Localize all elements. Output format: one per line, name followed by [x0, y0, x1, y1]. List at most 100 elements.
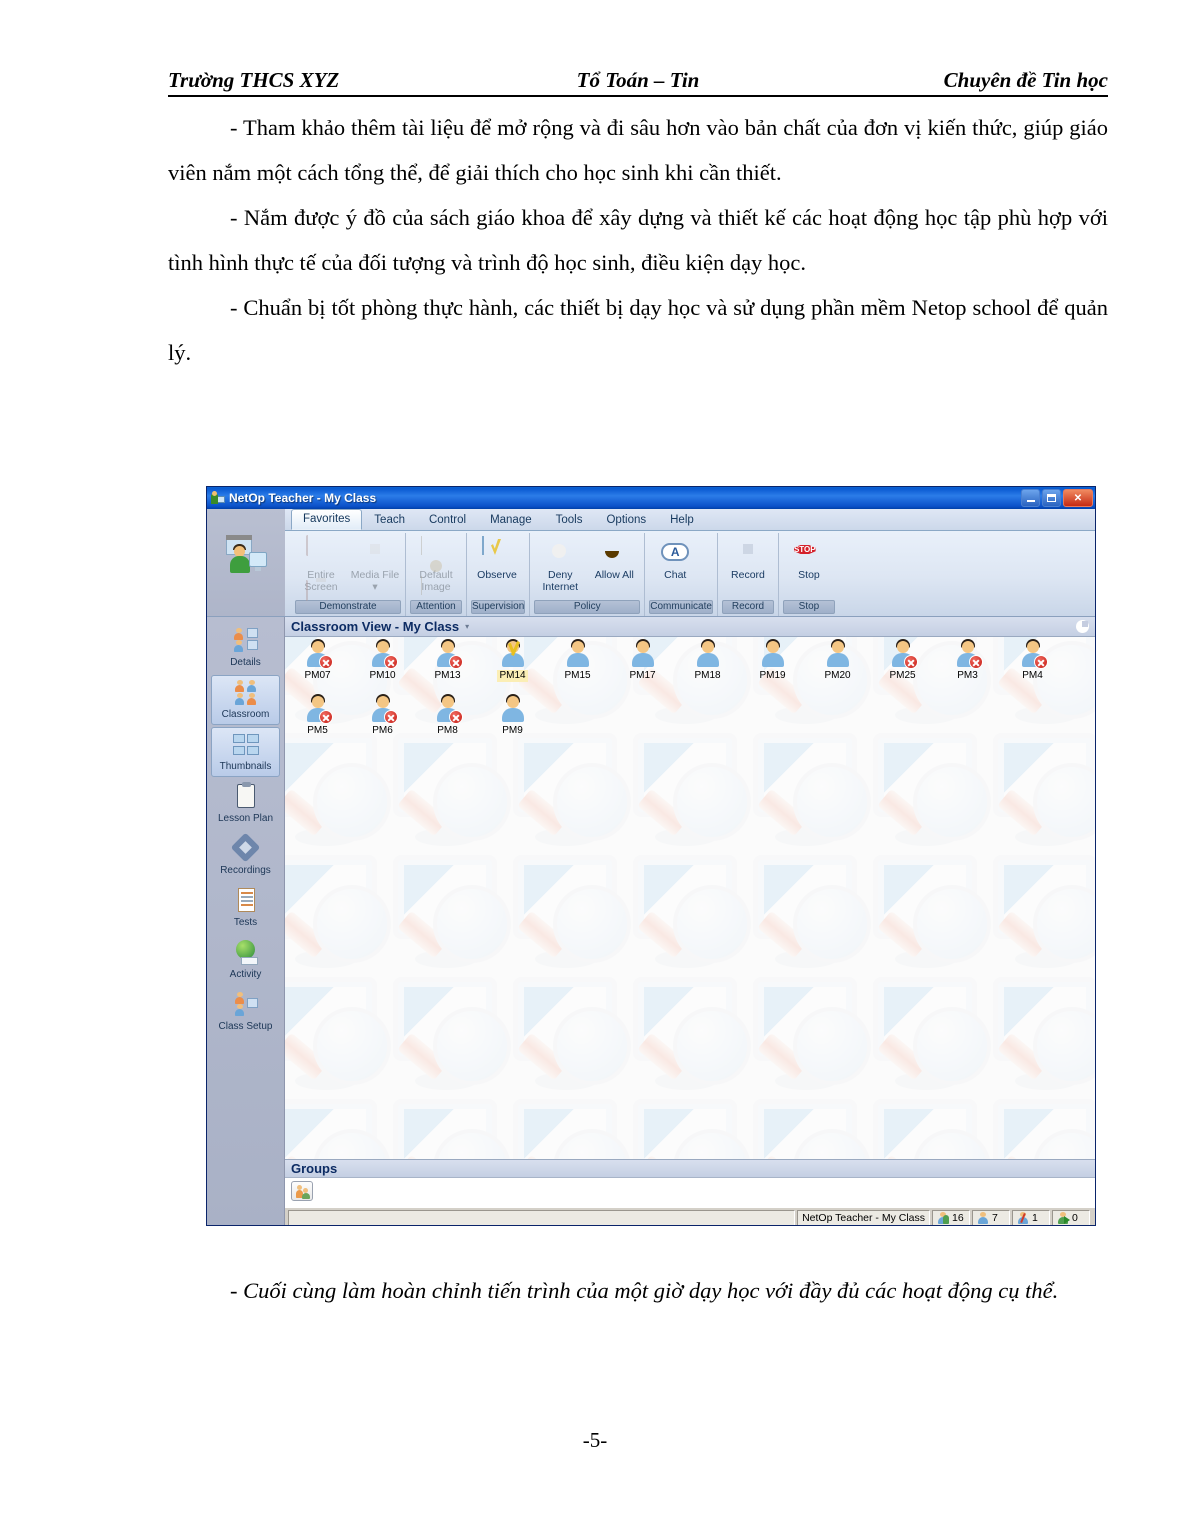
ribbon-button-entire-screen[interactable]: Entire Screen	[294, 535, 348, 601]
ribbon-button-label: Deny Internet	[542, 569, 579, 593]
student-grid: PM07 PM10 PM13 PM14 PM15 PM17 PM18 PM19 PM20 PM25…	[285, 637, 1095, 747]
restore-button[interactable]	[1042, 489, 1061, 507]
ribbon-button-deny-internet[interactable]: Deny Internet	[533, 535, 587, 593]
offline-badge-icon	[968, 655, 983, 669]
sidebar-item-activity[interactable]: Activity	[211, 935, 280, 985]
student-item[interactable]: PM6	[350, 692, 415, 747]
left-sidebar: Details Classroom Thumbnails Lesson Plan…	[207, 617, 285, 1225]
statusbar-count-value: 7	[992, 1211, 998, 1224]
ribbon-button-label: Default Image	[419, 569, 453, 593]
globe-sad-icon	[545, 537, 575, 567]
student-avatar-icon	[432, 694, 464, 724]
sidebar-item-classroom[interactable]: Classroom	[211, 675, 280, 725]
chevron-down-icon[interactable]: ▾	[465, 622, 469, 631]
ribbon-group-label: Stop	[782, 600, 835, 614]
student-item[interactable]: PM17	[610, 637, 675, 692]
student-item[interactable]: PM07	[285, 637, 350, 692]
ribbon-groups: Entire Screen Media File ▾ Demonstrate D…	[285, 530, 1095, 616]
details-icon	[231, 627, 261, 655]
ribbon-group-label: Communicate	[649, 600, 713, 614]
student-item[interactable]: PM8	[415, 692, 480, 747]
statusbar-count-marked: 1	[1012, 1209, 1050, 1225]
student-item[interactable]: PM4	[1000, 637, 1065, 692]
paragraph-4: - Cuối cùng làm hoàn chỉnh tiến trình củ…	[230, 1278, 1059, 1303]
student-name-label: PM25	[889, 670, 916, 681]
student-item[interactable]: PM18	[675, 637, 740, 692]
classroom-view-title: Classroom View - My Class	[291, 619, 460, 634]
student-avatar-icon	[367, 694, 399, 724]
ribbon-button-allow-all[interactable]: Allow All	[587, 535, 641, 582]
offline-badge-icon	[903, 655, 918, 669]
student-item[interactable]: PM15	[545, 637, 610, 692]
sidebar-item-thumbnails[interactable]: Thumbnails	[211, 727, 280, 777]
tab-tools[interactable]: Tools	[544, 510, 595, 530]
student-name-label: PM17	[629, 670, 656, 681]
group-icon[interactable]	[291, 1181, 313, 1201]
student-item[interactable]: PM14	[480, 637, 545, 692]
tab-help[interactable]: Help	[658, 510, 706, 530]
student-name-label: PM9	[502, 725, 523, 736]
student-name-label: PM18	[694, 670, 721, 681]
sidebar-item-tests[interactable]: Tests	[211, 883, 280, 933]
student-item[interactable]: PM3	[935, 637, 1000, 692]
student-name-label: PM6	[372, 725, 393, 736]
document-header: Trường THCS XYZ Tổ Toán – Tin Chuyên đề …	[168, 68, 1108, 97]
tab-teach[interactable]: Teach	[362, 510, 417, 530]
ribbon-group-label: Attention	[410, 600, 462, 614]
ribbon-group-label: Policy	[534, 600, 641, 614]
film-icon	[360, 537, 390, 567]
ribbon-button-stop[interactable]: STOP Stop	[782, 535, 836, 582]
tab-manage[interactable]: Manage	[478, 510, 544, 530]
sidebar-item-lesson-plan[interactable]: Lesson Plan	[211, 779, 280, 829]
student-item[interactable]: PM19	[740, 637, 805, 692]
observe-icon	[482, 536, 512, 567]
student-item[interactable]: PM20	[805, 637, 870, 692]
ribbon-button-chat[interactable]: A Chat	[648, 535, 702, 582]
sidebar-item-label: Lesson Plan	[217, 813, 274, 824]
ribbon-button-observe[interactable]: Observe	[470, 535, 524, 582]
student-item[interactable]: PM13	[415, 637, 480, 692]
tab-options[interactable]: Options	[594, 510, 658, 530]
sidebar-item-recordings[interactable]: Recordings	[211, 831, 280, 881]
class-setup-icon	[231, 991, 261, 1019]
classroom-icon	[231, 679, 261, 707]
monitor-icon	[306, 535, 336, 601]
close-button[interactable]: ✕	[1063, 489, 1093, 507]
statusbar-count-value: 16	[952, 1211, 964, 1224]
tab-control[interactable]: Control	[417, 510, 478, 530]
student-avatar-icon	[562, 639, 594, 669]
ribbon-button-record[interactable]: Record	[721, 535, 775, 582]
ribbon-button-default-image[interactable]: Default Image	[409, 535, 463, 595]
ribbon-button-label: Media File ▾	[350, 569, 400, 593]
sidebar-item-details[interactable]: Details	[211, 623, 280, 673]
header-left: Trường THCS XYZ	[168, 68, 340, 92]
student-item[interactable]: PM10	[350, 637, 415, 692]
student-name-label: PM4	[1022, 670, 1043, 681]
ribbon-button-media-file[interactable]: Media File ▾	[348, 535, 402, 593]
sidebar-item-label: Class Setup	[218, 1021, 273, 1032]
classroom-view-header: Classroom View - My Class ▾	[285, 617, 1095, 637]
students-online-icon	[977, 1211, 989, 1224]
tests-icon	[231, 887, 261, 915]
document-body: - Tham khảo thêm tài liệu để mở rộng và …	[168, 105, 1108, 375]
statusbar: NetOp Teacher - My Class 16 7 1 0	[285, 1207, 1095, 1225]
students-marked-icon	[1017, 1211, 1029, 1224]
minimize-button[interactable]	[1021, 489, 1040, 507]
student-item[interactable]: PM9	[480, 692, 545, 747]
sidebar-item-label: Tests	[233, 917, 258, 928]
sidebar-item-class-setup[interactable]: Class Setup	[211, 987, 280, 1037]
ribbon-group-label: Record	[721, 600, 774, 614]
sidebar-item-label: Thumbnails	[219, 761, 272, 772]
recordings-icon	[230, 832, 261, 863]
student-item[interactable]: PM5	[285, 692, 350, 747]
tab-favorites[interactable]: Favorites	[291, 509, 363, 530]
student-avatar-icon	[302, 639, 334, 669]
ribbon-group-policy: Deny Internet Allow All Policy	[530, 533, 646, 616]
classroom-canvas[interactable]: PM07 PM10 PM13 PM14 PM15 PM17 PM18 PM19 PM20 PM25…	[285, 637, 1095, 1159]
stop-sign-glyph: STOP	[793, 545, 816, 554]
paragraph-1: - Tham khảo thêm tài liệu để mở rộng và …	[168, 115, 1108, 185]
student-name-label: PM07	[304, 670, 331, 681]
student-avatar-icon	[497, 639, 529, 669]
clock-icon[interactable]	[1076, 620, 1089, 633]
student-item[interactable]: PM25	[870, 637, 935, 692]
